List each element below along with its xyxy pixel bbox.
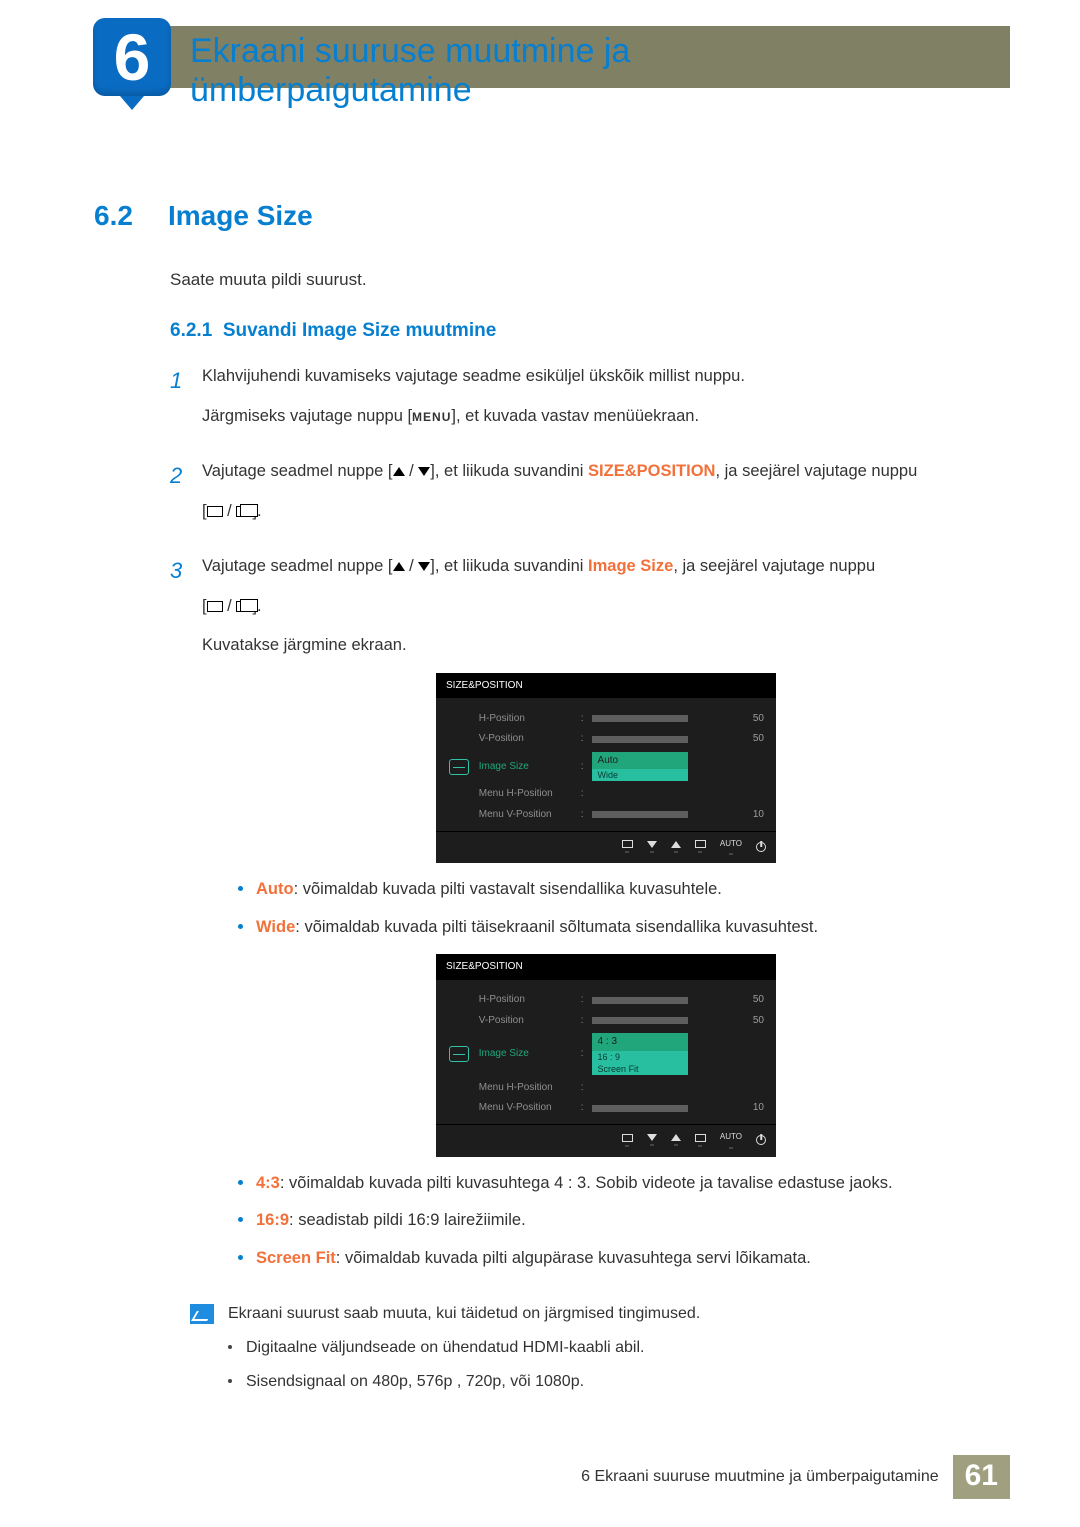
option-auto: Auto: võimaldab kuvada pilti vastavalt s… (238, 877, 1010, 903)
position-icon (449, 759, 469, 775)
step-2: 2 Vajutage seadmel nuppe [ / ], et liiku… (170, 459, 1010, 538)
power-icon (756, 842, 766, 852)
osd-nav-down-icon (647, 1134, 657, 1141)
osd-nav-auto: AUTO (720, 1131, 742, 1143)
enter-button-icon (236, 601, 252, 612)
osd-nav-down-icon (647, 841, 657, 848)
up-arrow-icon (393, 562, 405, 571)
note-icon (190, 1304, 214, 1324)
option-43: 4:3: võimaldab kuvada pilti kuvasuhtega … (238, 1171, 1010, 1197)
osd-nav-enter-icon (695, 1134, 706, 1142)
osd-dropdown-auto: Auto (592, 752, 688, 770)
option-wide: Wide: võimaldab kuvada pilti täisekraani… (238, 915, 1010, 941)
note-item: Digitaalne väljundseade on ühendatud HDM… (228, 1336, 700, 1360)
osd-nav-enter-icon (695, 840, 706, 848)
step-1: 1 Klahvijuhendi kuvamiseks vajutage sead… (170, 364, 1010, 443)
up-arrow-icon (393, 467, 405, 476)
section-heading: 6.2Image Size (94, 200, 1010, 232)
subsection-heading: 6.2.1 Suvandi Image Size muutmine (170, 320, 1010, 342)
step-3: 3 Vajutage seadmel nuppe [ / ], et liiku… (170, 554, 1010, 1285)
enter-button-icon (236, 506, 252, 517)
osd-nav-left-icon (622, 1134, 633, 1142)
chapter-badge: 6 (93, 18, 171, 96)
down-arrow-icon (418, 562, 430, 571)
power-icon (756, 1135, 766, 1145)
osd-dropdown-screenfit: Screen Fit (592, 1063, 688, 1075)
osd-nav-up-icon (671, 841, 681, 848)
position-icon (449, 1046, 469, 1062)
osd-title: SIZE&POSITION (436, 673, 776, 699)
menu-key-label: MENU (412, 410, 451, 424)
note-block: Ekraani suurust saab muuta, kui täidetud… (190, 1302, 1010, 1404)
osd-dropdown-wide: Wide (592, 769, 688, 781)
osd-panel-2: SIZE&POSITION H-Position:50 V-Position:5… (436, 954, 776, 1156)
page-footer: 6 Ekraani suuruse muutmine ja ümberpaigu… (581, 1455, 1010, 1499)
option-screenfit: Screen Fit: võimaldab kuvada pilti algup… (238, 1246, 1010, 1272)
page-number: 61 (953, 1455, 1010, 1499)
osd-panel-1: SIZE&POSITION H-Position:50 V-Position:5… (436, 673, 776, 863)
note-item: Sisendsignaal on 480p, 576p , 720p, või … (228, 1370, 700, 1394)
option-169: 16:9: seadistab pildi 16:9 lairežiimile. (238, 1208, 1010, 1234)
source-button-icon (207, 601, 223, 612)
source-button-icon (207, 506, 223, 517)
osd-nav-auto: AUTO (720, 838, 742, 850)
chapter-title: Ekraani suuruse muutmine ja ümberpaiguta… (190, 32, 630, 110)
osd-dropdown-43: 4 : 3 (592, 1033, 688, 1051)
osd-title: SIZE&POSITION (436, 954, 776, 980)
osd-nav-left-icon (622, 840, 633, 848)
section-intro: Saate muuta pildi suurust. (170, 270, 1010, 290)
osd-nav-up-icon (671, 1134, 681, 1141)
osd-dropdown-169: 16 : 9 (592, 1051, 688, 1063)
down-arrow-icon (418, 467, 430, 476)
